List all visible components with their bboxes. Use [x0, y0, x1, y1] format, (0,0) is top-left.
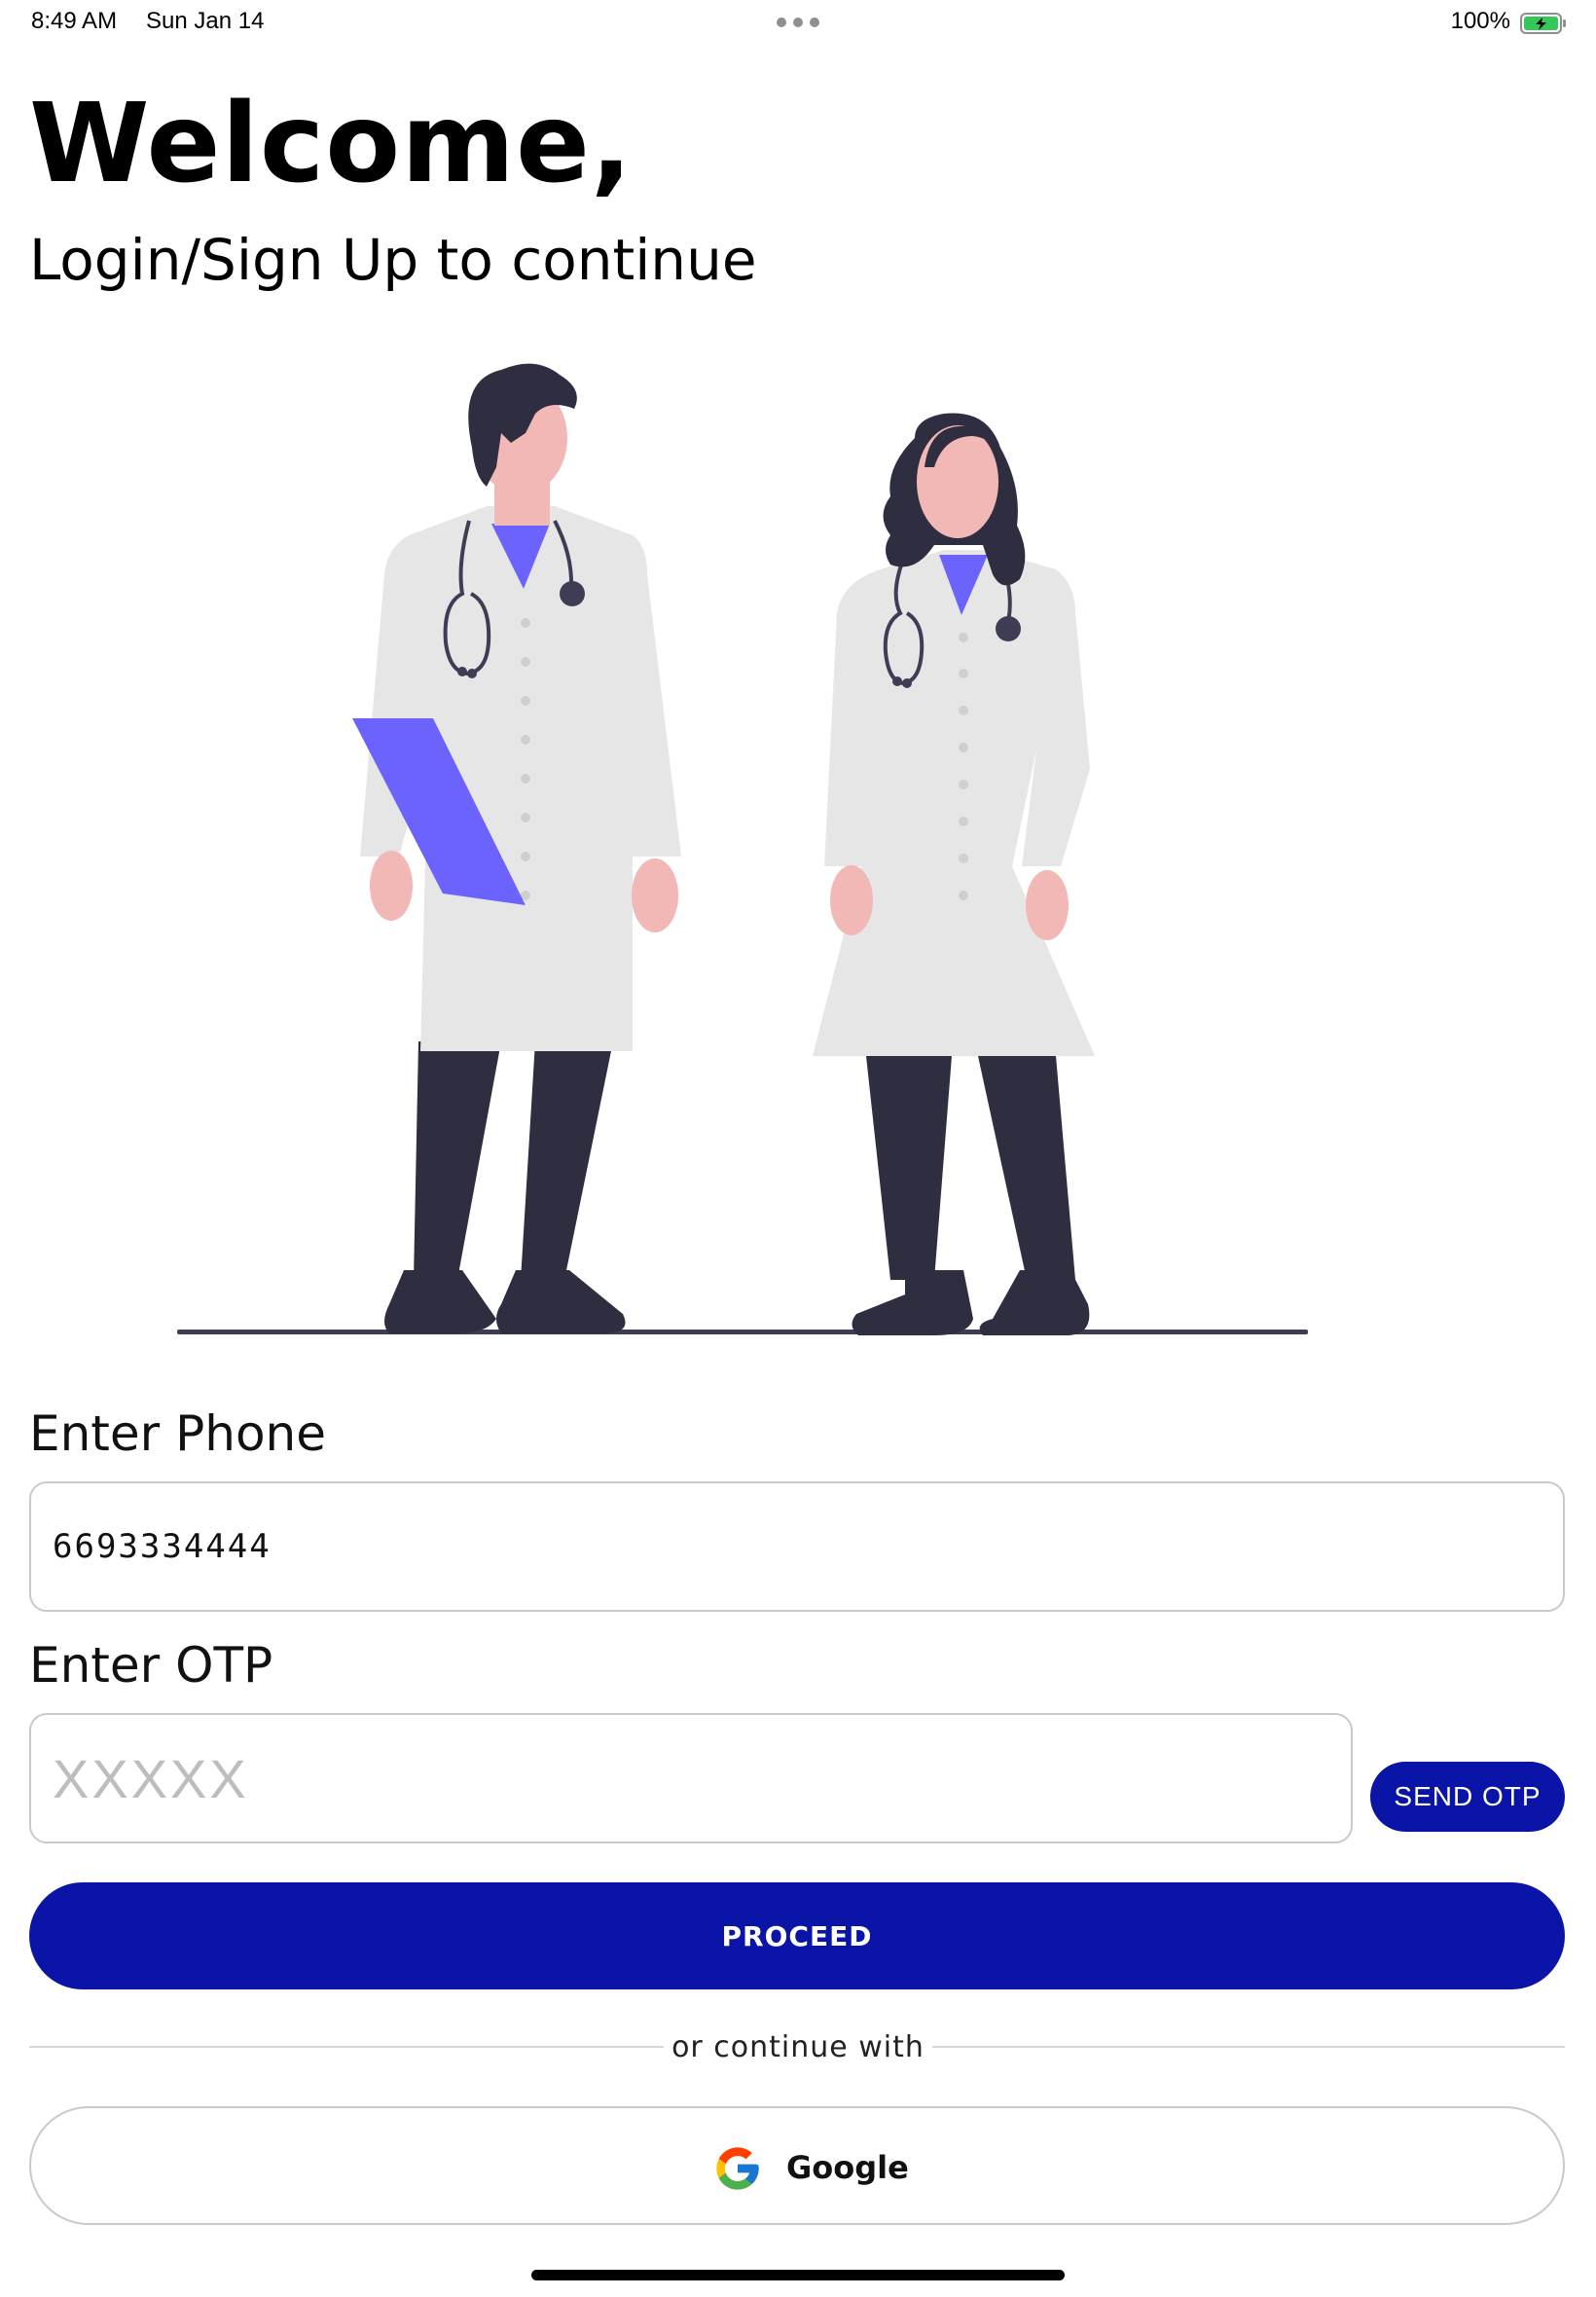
battery-icon	[1520, 13, 1566, 34]
divider-line-right	[932, 2046, 1565, 2048]
battery-percent: 100%	[1450, 8, 1510, 34]
status-time: 8:49 AM	[31, 8, 118, 34]
proceed-button[interactable]: PROCEED	[29, 1882, 1565, 1989]
send-otp-button[interactable]: SEND OTP	[1370, 1762, 1565, 1832]
phone-label: Enter Phone	[29, 1405, 326, 1462]
status-date: Sun Jan 14	[146, 8, 265, 34]
phone-input[interactable]	[29, 1481, 1565, 1612]
google-login-button[interactable]: Google	[29, 2106, 1565, 2225]
google-label: Google	[786, 2149, 909, 2186]
doctors-illustration	[177, 363, 1308, 1335]
status-bar: 8:49 AM Sun Jan 14 100%	[0, 0, 1596, 47]
google-icon	[716, 2147, 759, 2190]
multitasking-dots-icon[interactable]	[777, 18, 819, 27]
page-subtitle: Login/Sign Up to continue	[29, 227, 757, 293]
page-title: Welcome,	[29, 81, 634, 207]
otp-input[interactable]	[29, 1713, 1353, 1843]
home-indicator[interactable]	[531, 2270, 1065, 2280]
otp-label: Enter OTP	[29, 1637, 273, 1694]
